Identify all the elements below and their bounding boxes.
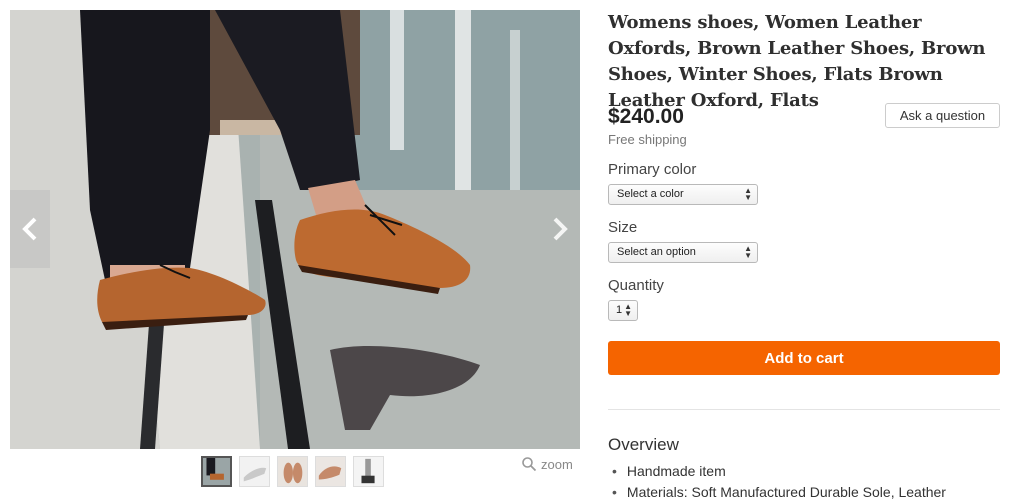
size-select[interactable]: Select an option ▲ ▼ [608,242,758,263]
thumbnail-5[interactable] [353,456,384,487]
zoom-button[interactable]: zoom [521,456,573,472]
section-divider [608,409,1000,410]
zoom-label: zoom [541,456,573,472]
primary-color-select[interactable]: Select a color ▲ ▼ [608,184,758,205]
product-title: Womens shoes, Women Leather Oxfords, Bro… [608,12,986,111]
chevron-left-icon [22,217,37,241]
previous-image-button[interactable] [10,190,50,268]
next-image-button[interactable] [540,190,580,268]
size-label: Size [608,219,638,236]
thumbnail-4[interactable] [315,456,346,487]
primary-color-value: Select a color [617,188,684,200]
select-arrows-icon: ▲ ▼ [744,186,752,202]
add-to-cart-button[interactable]: Add to cart [608,341,1000,375]
thumbnail-strip [201,456,384,487]
thumbnail-1[interactable] [201,456,232,487]
quantity-label: Quantity [608,277,664,294]
product-main-image[interactable] [10,10,580,449]
size-value: Select an option [617,246,696,258]
select-arrows-icon: ▲ ▼ [744,244,752,260]
thumbnail-3[interactable] [277,456,308,487]
quantity-value: 1 [616,304,623,316]
product-price: $240.00 [608,105,684,128]
list-item: Handmade item [612,461,946,482]
magnifier-icon [522,457,537,472]
select-arrows-icon: ▲ ▼ [624,302,632,318]
shoes-photo [10,10,580,449]
product-info-panel: Womens shoes, Women Leather Oxfords, Bro… [608,10,1000,500]
thumbnail-2[interactable] [239,456,270,487]
list-item: Materials: Soft Manufactured Durable Sol… [612,482,946,502]
chevron-right-icon [553,217,568,241]
overview-list: Handmade item Materials: Soft Manufactur… [612,461,946,502]
shipping-note: Free shipping [608,132,687,147]
primary-color-label: Primary color [608,161,697,178]
ask-question-button[interactable]: Ask a question [885,103,1000,128]
overview-heading: Overview [608,435,679,454]
quantity-select[interactable]: 1 ▲ ▼ [608,300,638,321]
